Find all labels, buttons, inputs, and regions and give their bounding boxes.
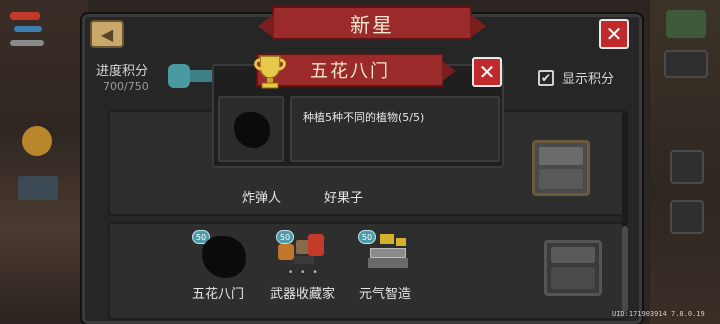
popup-title: 五花八门	[310, 61, 390, 82]
close-x-icon: ✕	[605, 22, 623, 46]
title-banner: 新星	[258, 6, 486, 40]
progress-dots: • • •	[288, 268, 320, 278]
backdrop-right-scene	[650, 0, 720, 324]
achievement-label[interactable]: 武器收藏家	[270, 283, 335, 302]
back-arrow-icon: ◀	[100, 24, 114, 44]
popup-close-button[interactable]: ✕	[472, 57, 502, 87]
close-x-icon: ✕	[478, 60, 496, 84]
show-points-checkbox[interactable]: ✔	[538, 69, 554, 86]
progress-value: 700/750	[103, 80, 149, 93]
weapon-collector-icon[interactable]	[278, 234, 328, 270]
back-button[interactable]: ◀	[90, 20, 124, 48]
backdrop-left-scene	[0, 0, 88, 324]
uid-version: UID:171903914 7.8.0.19	[612, 310, 705, 318]
locked-achievement-icon	[234, 112, 270, 148]
locked-achievement-icon[interactable]	[202, 236, 246, 278]
key-icon	[168, 64, 190, 88]
reward-chest-locked-icon[interactable]	[544, 240, 602, 296]
panel-title: 新星	[350, 12, 394, 37]
reward-chest-icon[interactable]	[532, 140, 590, 196]
show-points-label: 显示积分	[562, 72, 615, 87]
achievement-label[interactable]: 五花八门	[192, 283, 244, 302]
progress-label: 进度积分	[96, 64, 149, 79]
vitality-crafting-icon[interactable]	[366, 234, 410, 272]
close-button[interactable]: ✕	[599, 19, 629, 49]
popup-description: 种植5种不同的植物(5/5)	[303, 111, 425, 124]
show-points-toggle[interactable]: ✔ 显示积分	[538, 68, 614, 87]
achievement-label[interactable]: 元气智造	[359, 283, 411, 302]
achievement-label[interactable]: 好果子	[324, 187, 363, 206]
trophy-icon	[254, 55, 286, 89]
popup-icon-frame	[218, 96, 284, 162]
achievement-label[interactable]: 炸弹人	[242, 187, 281, 206]
scrollbar-thumb[interactable]	[622, 226, 628, 312]
checkmark-icon: ✔	[540, 70, 552, 85]
popup-description-frame	[290, 96, 500, 162]
